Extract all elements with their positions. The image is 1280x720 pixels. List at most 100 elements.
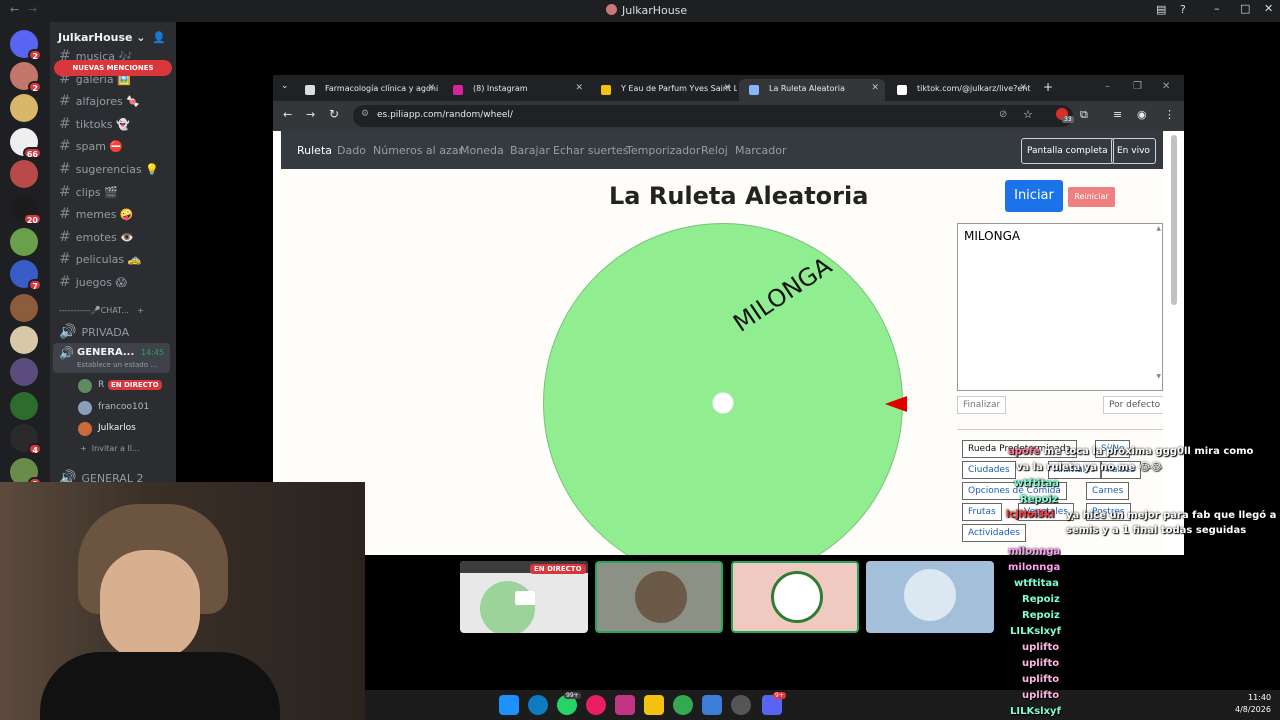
start-icon[interactable] xyxy=(499,695,519,715)
category-header[interactable]: -----------🎤CHAT... + xyxy=(59,306,144,315)
edge-icon[interactable] xyxy=(528,695,548,715)
clock-date[interactable]: 4/8/2026 xyxy=(1235,705,1271,714)
voice-user[interactable]: Julkarlos xyxy=(76,421,170,439)
server-icon[interactable]: 4 xyxy=(10,424,42,455)
server-icon[interactable] xyxy=(10,94,38,122)
browser-tab[interactable]: tiktok.com/@julkarz/live?ent ✕ xyxy=(887,79,1033,101)
chrome-icon[interactable] xyxy=(673,695,693,715)
fullscreen-button[interactable]: Pantalla completa xyxy=(1021,138,1114,164)
server-icon[interactable] xyxy=(10,160,38,188)
default-button[interactable]: Por defecto xyxy=(1103,396,1163,414)
live-button[interactable]: En vivo xyxy=(1111,138,1156,164)
nav-link[interactable]: Reloj xyxy=(701,144,728,157)
minimize-button[interactable]: – xyxy=(1214,2,1220,15)
reset-button[interactable]: Reiniciar xyxy=(1068,187,1115,207)
channel-item[interactable]: # spam ⛔ xyxy=(59,138,123,154)
screenshare-tile[interactable]: EN DIRECTO xyxy=(460,561,588,633)
server-name[interactable]: JulkarHouse ⌄ xyxy=(58,31,146,44)
folder-icon[interactable] xyxy=(644,695,664,715)
forward-icon[interactable]: → xyxy=(306,108,315,121)
server-icon[interactable] xyxy=(10,326,38,354)
scroll-up-icon[interactable]: ▲ xyxy=(1156,225,1161,232)
scroll-down-icon[interactable]: ▼ xyxy=(1156,373,1161,380)
browser-tab[interactable]: (8) Instagram ✕ xyxy=(443,79,589,101)
server-icon[interactable]: 7 xyxy=(10,260,42,291)
instagram-icon[interactable] xyxy=(615,695,635,715)
participant-tile[interactable] xyxy=(866,561,994,633)
profile-icon[interactable]: ◉ xyxy=(1137,108,1147,121)
browser-tab[interactable]: Y Eau de Parfum Yves Saint L ✕ xyxy=(591,79,737,101)
nav-link[interactable]: Ruleta xyxy=(297,144,332,157)
tab-close-icon[interactable]: ✕ xyxy=(575,83,583,93)
new-tab-button[interactable]: + xyxy=(1043,80,1053,94)
channel-item[interactable]: # alfajores 🍬 xyxy=(59,93,140,109)
invite-link[interactable]: + Invitar a ll... xyxy=(80,444,140,453)
server-icon[interactable]: 2 xyxy=(10,30,42,61)
server-icon[interactable]: 66 xyxy=(10,128,42,159)
browser-app-icon[interactable] xyxy=(731,695,751,715)
browser-tab[interactable]: La Ruleta Aleatoria ✕ xyxy=(739,79,885,101)
nav-link[interactable]: Números al azar xyxy=(373,144,463,157)
minimize-button[interactable]: – xyxy=(1105,81,1110,92)
close-button[interactable]: ✕ xyxy=(1264,2,1273,15)
channel-item[interactable]: # clips 🎬 xyxy=(59,184,118,200)
help-icon[interactable]: ? xyxy=(1180,3,1186,16)
page-scrollbar[interactable] xyxy=(1171,135,1177,305)
voice-user[interactable]: francoo101 xyxy=(76,400,170,418)
site-info-icon[interactable]: ⚙ xyxy=(361,109,369,119)
channel-item[interactable]: # tiktoks 👻 xyxy=(59,116,130,132)
choices-textarea[interactable]: MILONGA ▲ ▼ xyxy=(957,223,1163,391)
start-button[interactable]: Iniciar xyxy=(1005,180,1063,212)
forward-arrow-icon[interactable]: → xyxy=(28,3,37,16)
preset-button[interactable]: Actividades xyxy=(962,524,1026,542)
channel-item[interactable]: # peliculas 🚕 xyxy=(59,251,141,267)
media-icon[interactable]: ≡ xyxy=(1113,108,1122,121)
close-button[interactable]: ✕ xyxy=(1162,81,1170,92)
server-icon[interactable] xyxy=(10,392,38,420)
url-bar[interactable]: ⚙ es.piliapp.com/random/wheel/ ⊘ ☆ xyxy=(353,105,1073,127)
tab-search-icon[interactable]: ⌄ xyxy=(281,81,289,91)
media-player-icon[interactable] xyxy=(586,695,606,715)
participant-tile[interactable] xyxy=(731,561,859,633)
nav-link[interactable]: Marcador xyxy=(735,144,787,157)
menu-icon[interactable]: ⋮ xyxy=(1164,108,1175,121)
tab-close-icon[interactable]: ✕ xyxy=(723,83,731,93)
server-icon[interactable]: 2 xyxy=(10,62,42,93)
inbox-icon[interactable]: ▤ xyxy=(1156,3,1166,16)
nav-link[interactable]: Barajar xyxy=(510,144,550,157)
clock-time[interactable]: 11:40 xyxy=(1248,693,1271,702)
voice-status[interactable]: Establece un estado ... xyxy=(77,361,157,369)
browser-tab[interactable]: Farmacología clínica y agoni ✕ xyxy=(295,79,441,101)
tab-close-icon[interactable]: ✕ xyxy=(1019,83,1027,93)
restore-button[interactable]: ❐ xyxy=(1133,81,1142,92)
finish-button[interactable]: Finalizar xyxy=(957,396,1007,414)
preset-button[interactable]: Ciudades xyxy=(962,461,1016,479)
preset-button[interactable]: Frutas xyxy=(962,503,1002,521)
nav-link[interactable]: Temporizador xyxy=(626,144,700,157)
channel-item[interactable]: # sugerencias 💡 xyxy=(59,161,159,177)
new-mentions-banner[interactable]: NUEVAS MENCIONES xyxy=(54,60,172,76)
roulette-wheel[interactable]: MILONGA xyxy=(543,223,903,555)
extensions-icon[interactable]: ⧉ xyxy=(1080,108,1088,122)
nav-link[interactable]: Echar suertes xyxy=(553,144,629,157)
channel-item[interactable]: # memes 🤪 xyxy=(59,206,134,222)
bookmark-star-icon[interactable]: ☆ xyxy=(1023,108,1033,121)
server-icon[interactable] xyxy=(10,294,38,322)
voice-channel-general[interactable]: 🔊 GENERA... 14:45 Establece un estado ..… xyxy=(53,343,170,373)
nav-link[interactable]: Moneda xyxy=(460,144,504,157)
reload-icon[interactable]: ↻ xyxy=(329,107,339,121)
tab-close-icon[interactable]: ✕ xyxy=(871,83,879,93)
channel-item[interactable]: # emotes 👁️ xyxy=(59,229,134,245)
mail-icon[interactable] xyxy=(702,695,722,715)
voice-user[interactable]: R EN DIRECTO xyxy=(76,378,170,396)
back-icon[interactable]: ← xyxy=(283,108,292,121)
add-member-icon[interactable]: 👤 xyxy=(152,31,166,44)
server-icon[interactable]: 20 xyxy=(10,194,42,225)
eye-off-icon[interactable]: ⊘ xyxy=(999,109,1007,120)
server-icon[interactable] xyxy=(10,358,38,386)
nav-link[interactable]: Dado xyxy=(337,144,366,157)
tab-close-icon[interactable]: ✕ xyxy=(427,83,435,93)
server-icon[interactable] xyxy=(10,228,38,256)
participant-tile[interactable] xyxy=(595,561,723,633)
preset-button[interactable]: Carnes xyxy=(1086,482,1130,500)
